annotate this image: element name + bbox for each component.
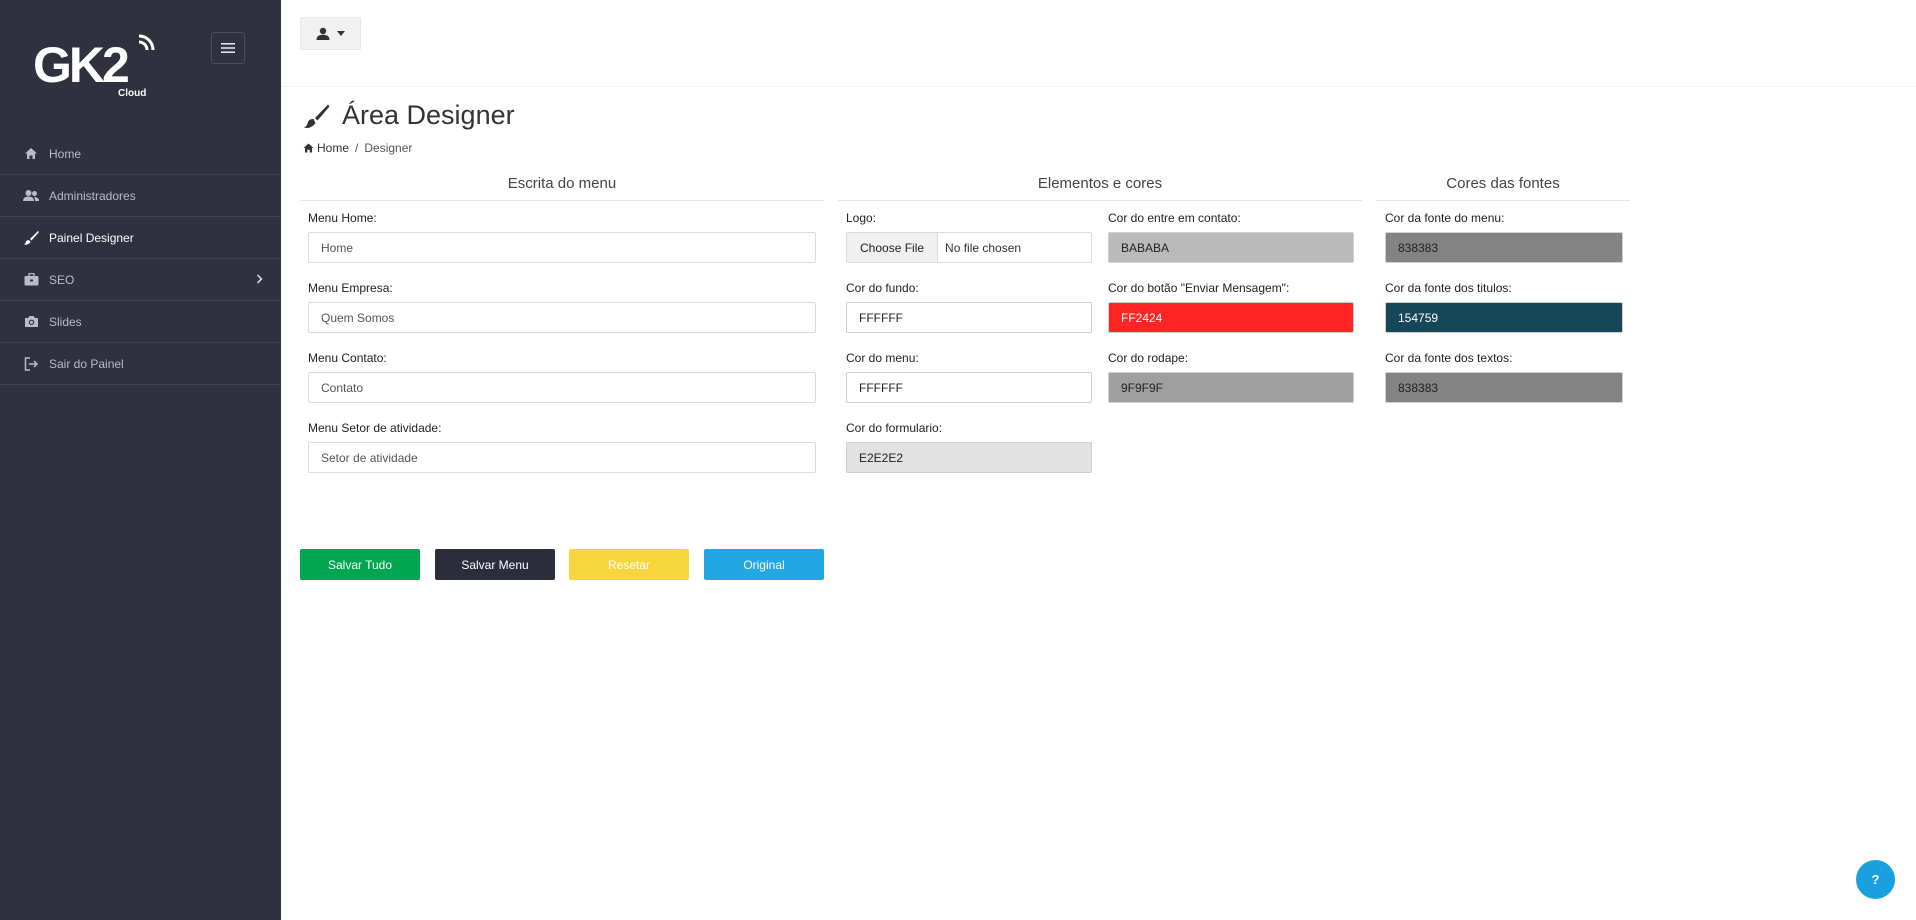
- section-divider: [300, 200, 824, 201]
- section-title-font-colors: Cores das fontes: [1446, 175, 1560, 192]
- cor-fundo-input[interactable]: FFFFFF: [846, 302, 1092, 333]
- cor-fonte-menu-label: Cor da fonte do menu:: [1385, 211, 1505, 225]
- sidebar-item-label: Painel Designer: [49, 230, 134, 245]
- choose-file-button[interactable]: Choose File: [847, 233, 939, 262]
- sidebar-item-label: Administradores: [49, 188, 136, 203]
- cor-formulario-input[interactable]: E2E2E2: [846, 442, 1092, 473]
- sidebar-nav: Home Administradores Painel Designer SEO: [0, 133, 281, 385]
- camera-icon: [23, 314, 39, 330]
- cor-botao-input[interactable]: FF2424: [1108, 302, 1354, 333]
- page-title: Área Designer: [304, 100, 515, 131]
- hamburger-icon: [221, 43, 235, 53]
- logo-label: Logo:: [846, 211, 877, 225]
- page-title-text: Área Designer: [342, 100, 515, 130]
- breadcrumb-current: Designer: [364, 141, 413, 155]
- brush-icon: [23, 230, 39, 246]
- save-menu-button[interactable]: Salvar Menu: [435, 549, 555, 580]
- briefcase-icon: [23, 272, 39, 288]
- cor-fundo-label: Cor do fundo:: [846, 281, 919, 295]
- reset-button[interactable]: Resetar: [569, 549, 689, 580]
- cor-fonte-textos-input[interactable]: 838383: [1385, 372, 1623, 403]
- breadcrumb-separator: /: [355, 141, 359, 155]
- help-button[interactable]: ?: [1856, 860, 1895, 899]
- sidebar-item-label: Home: [49, 146, 82, 161]
- menu-home-input[interactable]: Home: [308, 232, 816, 263]
- breadcrumb: Home / Designer: [303, 141, 412, 155]
- cor-fonte-textos-label: Cor da fonte dos textos:: [1385, 351, 1513, 365]
- section-divider: [838, 200, 1362, 201]
- sidebar-item-painel-designer[interactable]: Painel Designer: [0, 217, 281, 259]
- logo-text: GK2: [33, 37, 128, 93]
- brush-icon: [304, 104, 330, 128]
- chevron-right-icon: [256, 273, 263, 287]
- cor-contato-label: Cor do entre em contato:: [1108, 211, 1241, 225]
- breadcrumb-home-link[interactable]: Home: [317, 141, 349, 155]
- original-button[interactable]: Original: [704, 549, 824, 580]
- menu-home-label: Menu Home:: [308, 211, 377, 225]
- caret-down-icon: [337, 31, 345, 36]
- file-status: No file chosen: [945, 240, 1022, 255]
- cor-formulario-label: Cor do formulario:: [846, 421, 943, 435]
- users-icon: [23, 188, 39, 204]
- cor-contato-input[interactable]: BABABA: [1108, 232, 1354, 263]
- gk2-cloud-logo[interactable]: GK2 Cloud: [33, 30, 158, 100]
- menu-setor-input[interactable]: Setor de atividade: [308, 442, 816, 473]
- cor-menu-input[interactable]: FFFFFF: [846, 372, 1092, 403]
- cor-fonte-titulos-input[interactable]: 154759: [1385, 302, 1623, 333]
- sidebar: GK2 Cloud Home Administradores Painel De…: [0, 0, 281, 920]
- menu-contato-label: Menu Contato:: [308, 351, 387, 365]
- menu-empresa-input[interactable]: Quem Somos: [308, 302, 816, 333]
- section-title-elements-colors: Elementos e cores: [1037, 175, 1163, 192]
- sidebar-item-seo[interactable]: SEO: [0, 259, 281, 301]
- sidebar-item-label: Sair do Painel: [49, 356, 124, 371]
- sidebar-item-home[interactable]: Home: [0, 133, 281, 175]
- user-menu-button[interactable]: [300, 17, 361, 50]
- cor-botao-label: Cor do botão "Enviar Mensagem":: [1108, 281, 1290, 295]
- sidebar-item-label: SEO: [49, 272, 75, 287]
- cor-fonte-titulos-label: Cor da fonte dos titulos:: [1385, 281, 1512, 295]
- cor-fonte-menu-input[interactable]: 838383: [1385, 232, 1623, 263]
- menu-empresa-label: Menu Empresa:: [308, 281, 393, 295]
- cor-menu-label: Cor do menu:: [846, 351, 919, 365]
- sidebar-item-label: Slides: [49, 314, 82, 329]
- logo-file-input[interactable]: Choose File No file chosen: [846, 232, 1092, 263]
- user-icon: [316, 27, 330, 40]
- header-divider: [281, 86, 1916, 87]
- sidebar-item-sair[interactable]: Sair do Painel: [0, 343, 281, 385]
- section-title-menu-writing: Escrita do menu: [507, 175, 617, 192]
- menu-contato-input[interactable]: Contato: [308, 372, 816, 403]
- sidebar-item-administradores[interactable]: Administradores: [0, 175, 281, 217]
- sign-out-icon: [23, 356, 39, 372]
- home-icon: [23, 146, 39, 162]
- save-all-button[interactable]: Salvar Tudo: [300, 549, 420, 580]
- sidebar-item-slides[interactable]: Slides: [0, 301, 281, 343]
- section-divider: [1376, 200, 1630, 201]
- menu-setor-label: Menu Setor de atividade:: [308, 421, 442, 435]
- cor-rodape-input[interactable]: 9F9F9F: [1108, 372, 1354, 403]
- logo-sub: Cloud: [118, 88, 146, 99]
- menu-toggle-button[interactable]: [211, 32, 245, 64]
- home-icon: [303, 143, 314, 153]
- cor-rodape-label: Cor do rodape:: [1108, 351, 1189, 365]
